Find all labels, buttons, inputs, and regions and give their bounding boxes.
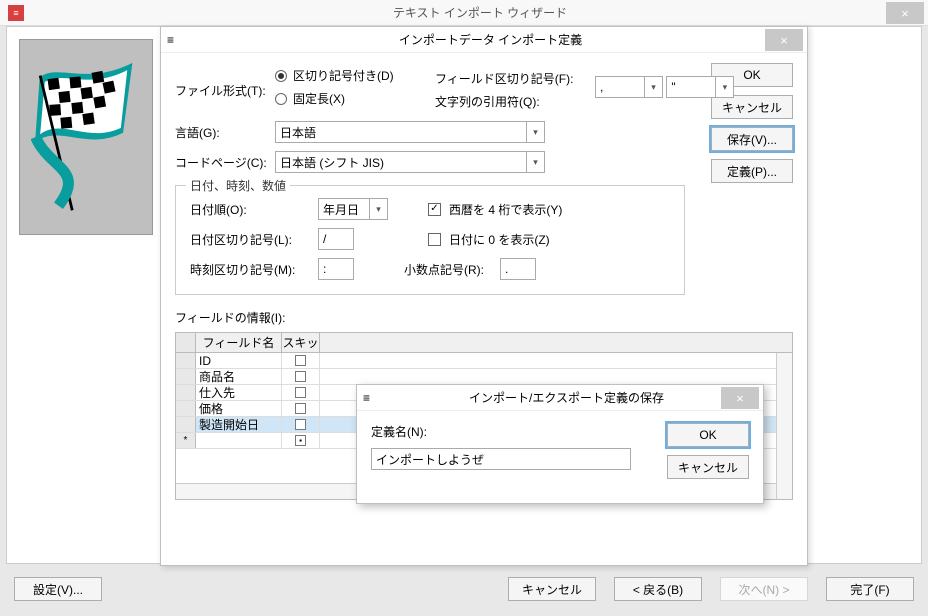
dialog-icon: ≡	[167, 33, 174, 47]
decimal-input[interactable]: .	[500, 258, 536, 280]
datetime-legend: 日付、時刻、数値	[186, 177, 290, 194]
cancel-button[interactable]: キャンセル	[508, 577, 596, 601]
cell-field-name[interactable]: 価格	[196, 401, 282, 416]
radio-icon	[275, 70, 287, 82]
field-info-label: フィールドの情報(I):	[175, 309, 793, 326]
four-digit-year-label: 西暦を 4 桁で表示(Y)	[449, 201, 562, 218]
checkbox-icon[interactable]	[295, 355, 306, 366]
cell-skip[interactable]	[282, 369, 320, 384]
cell-field-name[interactable]	[196, 433, 282, 448]
radio-icon	[275, 93, 287, 105]
radio-fixed-label: 固定長(X)	[293, 90, 345, 107]
chevron-down-icon: ▾	[644, 77, 662, 97]
leading-zero-label: 日付に 0 を表示(Z)	[449, 231, 550, 248]
definition-name-label: 定義名(N):	[371, 423, 649, 440]
codepage-select[interactable]: 日本語 (シフト JIS) ▾	[275, 151, 545, 173]
table-row[interactable]: ID	[176, 353, 792, 369]
ok-button[interactable]: OK	[667, 423, 749, 447]
dialog-icon: ≡	[363, 391, 370, 405]
cell-field-name[interactable]: 製造開始日	[196, 417, 282, 432]
language-select[interactable]: 日本語 ▾	[275, 121, 545, 143]
close-icon[interactable]: ×	[886, 2, 924, 24]
import-def-title: インポートデータ インポート定義	[174, 31, 807, 48]
field-delimiter-label: フィールド区切り記号(F):	[435, 70, 595, 87]
wizard-title: テキスト インポート ウィザード	[32, 4, 928, 21]
row-header	[176, 369, 196, 384]
wizard-titlebar: ≡ テキスト インポート ウィザード ×	[0, 0, 928, 26]
language-label: 言語(G):	[175, 124, 275, 141]
date-delim-input[interactable]: /	[318, 228, 354, 250]
checkbox-icon[interactable]	[295, 387, 306, 398]
leading-zero-checkbox[interactable]	[428, 233, 441, 246]
checkbox-icon[interactable]	[295, 419, 306, 430]
grid-corner	[176, 333, 196, 352]
close-icon[interactable]: ×	[765, 29, 803, 51]
checkbox-icon[interactable]	[295, 403, 306, 414]
definitions-button[interactable]: 定義(P)...	[711, 159, 793, 183]
row-header: *	[176, 433, 196, 448]
radio-delimited-label: 区切り記号付き(D)	[293, 67, 394, 84]
time-delim-label: 時刻区切り記号(M):	[190, 261, 318, 278]
cell-skip[interactable]	[282, 417, 320, 432]
row-header	[176, 353, 196, 368]
save-button[interactable]: 保存(V)...	[711, 127, 793, 151]
wizard-button-bar: 設定(V)... キャンセル < 戻る(B) 次へ(N) > 完了(F)	[6, 570, 922, 608]
date-order-label: 日付順(O):	[190, 201, 318, 218]
file-format-label: ファイル形式(T):	[175, 82, 275, 99]
cell-field-name[interactable]: 商品名	[196, 369, 282, 384]
datetime-group: 日付、時刻、数値 日付順(O): 年月日 ▾ 西暦を 4 桁で表示(Y) 日付区…	[175, 185, 685, 295]
four-digit-year-checkbox[interactable]	[428, 203, 441, 216]
decimal-label: 小数点記号(R):	[404, 261, 484, 278]
next-button: 次へ(N) >	[720, 577, 808, 601]
definition-name-input[interactable]: インポートしようぜ	[371, 448, 631, 470]
codepage-label: コードページ(C):	[175, 154, 275, 171]
date-delim-label: 日付区切り記号(L):	[190, 231, 318, 248]
checkbox-icon[interactable]	[295, 371, 306, 382]
cell-field-name[interactable]: ID	[196, 353, 282, 368]
app-icon: ≡	[8, 5, 24, 21]
chevron-down-icon: ▾	[369, 199, 387, 219]
row-header	[176, 417, 196, 432]
radio-fixed[interactable]: 固定長(X)	[275, 90, 435, 107]
cell-skip[interactable]: ▪	[282, 433, 320, 448]
date-order-select[interactable]: 年月日 ▾	[318, 198, 388, 220]
checkbox-icon[interactable]: ▪	[295, 435, 306, 446]
save-dialog-titlebar: ≡ インポート/エクスポート定義の保存 ×	[357, 385, 763, 411]
text-qualifier-select[interactable]: " ▾	[666, 76, 734, 98]
wizard-side-image	[19, 39, 153, 235]
save-definition-dialog: ≡ インポート/エクスポート定義の保存 × 定義名(N): インポートしようぜ …	[356, 384, 764, 504]
cell-skip[interactable]	[282, 385, 320, 400]
table-row[interactable]: 商品名	[176, 369, 792, 385]
checkered-flag-icon	[31, 57, 141, 217]
back-button[interactable]: < 戻る(B)	[614, 577, 702, 601]
chevron-down-icon: ▾	[526, 122, 544, 142]
cancel-button[interactable]: キャンセル	[667, 455, 749, 479]
cell-skip[interactable]	[282, 401, 320, 416]
import-def-titlebar: ≡ インポートデータ インポート定義 ×	[161, 27, 807, 53]
grid-header-name[interactable]: フィールド名	[196, 333, 282, 352]
cell-skip[interactable]	[282, 353, 320, 368]
finish-button[interactable]: 完了(F)	[826, 577, 914, 601]
row-header	[176, 401, 196, 416]
chevron-down-icon: ▾	[715, 77, 733, 97]
settings-button[interactable]: 設定(V)...	[14, 577, 102, 601]
radio-delimited[interactable]: 区切り記号付き(D)	[275, 67, 435, 84]
save-dialog-title: インポート/エクスポート定義の保存	[370, 389, 763, 406]
chevron-down-icon: ▾	[526, 152, 544, 172]
scrollbar-vertical[interactable]	[776, 353, 792, 499]
text-qualifier-label: 文字列の引用符(Q):	[435, 93, 595, 110]
row-header	[176, 385, 196, 400]
cell-field-name[interactable]: 仕入先	[196, 385, 282, 400]
time-delim-input[interactable]: :	[318, 258, 354, 280]
close-icon[interactable]: ×	[721, 387, 759, 409]
grid-header-skip[interactable]: スキッ	[282, 333, 320, 352]
cancel-button[interactable]: キャンセル	[711, 95, 793, 119]
field-delimiter-select[interactable]: , ▾	[595, 76, 663, 98]
